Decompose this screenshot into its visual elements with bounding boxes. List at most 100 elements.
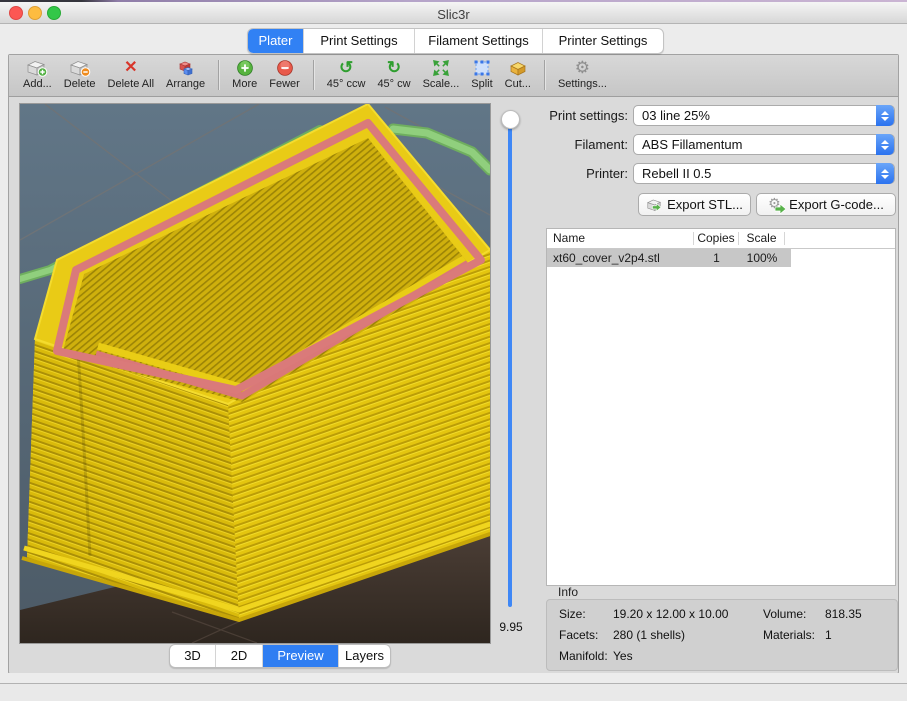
- more-label: More: [232, 78, 257, 90]
- split-label: Split: [471, 78, 492, 90]
- settings-label: Settings...: [558, 78, 607, 90]
- info-group-title: Info: [558, 585, 578, 599]
- package-export-icon: [646, 198, 662, 212]
- info-group: Size: 19.20 x 12.00 x 10.00 Volume: 818.…: [546, 599, 898, 671]
- export-gcode-button[interactable]: ⚙ Export G-code...: [756, 193, 896, 216]
- stepper-icon: [876, 134, 894, 155]
- column-header-scale[interactable]: Scale: [739, 232, 785, 245]
- delete-all-button[interactable]: ✕ Delete All: [102, 55, 160, 90]
- split-button[interactable]: Split: [465, 55, 498, 90]
- tab-preview[interactable]: Preview: [263, 645, 339, 667]
- table-header-row: Name Copies Scale: [547, 229, 895, 249]
- facets-value: 280 (1 shells): [613, 628, 685, 642]
- arrange-button[interactable]: Arrange: [160, 55, 211, 90]
- layer-slider-track[interactable]: [508, 113, 512, 607]
- column-header-name[interactable]: Name: [547, 232, 694, 245]
- scale-label: Scale...: [423, 78, 460, 90]
- split-selection-icon: [473, 58, 491, 78]
- scale-arrows-icon: [432, 58, 450, 78]
- toolbar-separator: [313, 60, 314, 90]
- printer-select[interactable]: Rebell II 0.5: [633, 163, 895, 184]
- plus-circle-icon: [236, 58, 254, 78]
- package-remove-icon: [69, 58, 91, 78]
- column-header-spacer: [785, 232, 895, 245]
- manifold-value: Yes: [613, 649, 633, 663]
- package-add-icon: [26, 58, 48, 78]
- rotate-cw-label: 45° cw: [377, 78, 410, 90]
- delete-label: Delete: [64, 78, 96, 90]
- export-stl-label: Export STL...: [667, 197, 743, 212]
- tab-3d[interactable]: 3D: [170, 645, 216, 667]
- object-table: Name Copies Scale xt60_cover_v2p4.stl 1 …: [546, 228, 896, 586]
- cut-button[interactable]: Cut...: [499, 55, 537, 90]
- window-margin: [0, 673, 907, 683]
- filament-value: ABS Fillamentum: [642, 137, 742, 152]
- rotate-ccw-label: 45° ccw: [327, 78, 366, 90]
- layer-height-value: 9.95: [495, 620, 527, 634]
- print-settings-value: 03 line 25%: [642, 108, 710, 123]
- arrange-label: Arrange: [166, 78, 205, 90]
- settings-button[interactable]: ⚙ Settings...: [552, 55, 613, 90]
- tab-printer-settings[interactable]: Printer Settings: [543, 29, 663, 53]
- export-stl-button[interactable]: Export STL...: [638, 193, 751, 216]
- volume-label: Volume:: [763, 607, 806, 621]
- plater-panel: Add... Delete ✕ Delete All: [8, 54, 899, 674]
- delete-all-label: Delete All: [108, 78, 154, 90]
- add-label: Add...: [23, 78, 52, 90]
- window-title: Slic3r: [0, 7, 907, 22]
- printer-value: Rebell II 0.5: [642, 166, 711, 181]
- add-button[interactable]: Add...: [17, 55, 58, 90]
- tab-filament-settings[interactable]: Filament Settings: [415, 29, 543, 53]
- print-settings-select[interactable]: 03 line 25%: [633, 105, 895, 126]
- rotate-ccw-button[interactable]: ↺ 45° ccw: [321, 55, 372, 90]
- minus-circle-icon: [276, 58, 294, 78]
- export-gcode-label: Export G-code...: [789, 197, 884, 212]
- size-value: 19.20 x 12.00 x 10.00: [613, 607, 728, 621]
- rotate-cw-icon: ↻: [387, 58, 401, 78]
- tab-layers[interactable]: Layers: [339, 645, 390, 667]
- cut-box-icon: [508, 58, 528, 78]
- cut-label: Cut...: [505, 78, 531, 90]
- main-tab-bar: Plater Print Settings Filament Settings …: [247, 28, 664, 54]
- size-label: Size:: [559, 607, 586, 621]
- materials-value: 1: [825, 628, 832, 642]
- more-button[interactable]: More: [226, 55, 263, 90]
- printer-label: Printer:: [546, 166, 628, 181]
- toolbar: Add... Delete ✕ Delete All: [9, 55, 898, 97]
- table-row[interactable]: xt60_cover_v2p4.stl 1 100%: [547, 249, 791, 267]
- filament-select[interactable]: ABS Fillamentum: [633, 134, 895, 155]
- tab-plater[interactable]: Plater: [248, 29, 304, 53]
- 3d-viewport[interactable]: [19, 103, 491, 644]
- rotate-cw-button[interactable]: ↻ 45° cw: [371, 55, 416, 90]
- rotate-ccw-icon: ↺: [339, 58, 353, 78]
- toolbar-separator: [218, 60, 219, 90]
- print-settings-label: Print settings:: [546, 108, 628, 123]
- fewer-label: Fewer: [269, 78, 300, 90]
- stepper-icon: [876, 105, 894, 126]
- manifold-label: Manifold:: [559, 649, 608, 663]
- cell-scale: 100%: [739, 251, 785, 265]
- column-header-copies[interactable]: Copies: [694, 232, 739, 245]
- fewer-button[interactable]: Fewer: [263, 55, 306, 90]
- stepper-icon: [876, 163, 894, 184]
- scale-button[interactable]: Scale...: [417, 55, 466, 90]
- gear-icon: ⚙: [575, 58, 590, 78]
- filament-label: Filament:: [546, 137, 628, 152]
- view-mode-tabs: 3D 2D Preview Layers: [169, 644, 391, 668]
- tab-2d[interactable]: 2D: [216, 645, 263, 667]
- facets-label: Facets:: [559, 628, 598, 642]
- toolbar-separator: [544, 60, 545, 90]
- materials-label: Materials:: [763, 628, 815, 642]
- 3d-preview-canvas[interactable]: [20, 104, 490, 643]
- cell-name: xt60_cover_v2p4.stl: [547, 251, 694, 265]
- titlebar: Slic3r: [0, 2, 907, 24]
- status-bar: [0, 684, 907, 701]
- gear-export-icon: ⚙: [768, 197, 784, 213]
- tab-print-settings[interactable]: Print Settings: [304, 29, 415, 53]
- volume-value: 818.35: [825, 607, 862, 621]
- cell-copies: 1: [694, 251, 739, 265]
- red-x-icon: ✕: [124, 58, 137, 78]
- delete-button[interactable]: Delete: [58, 55, 102, 90]
- cubes-icon: [176, 58, 196, 78]
- layer-slider-thumb[interactable]: [501, 110, 520, 129]
